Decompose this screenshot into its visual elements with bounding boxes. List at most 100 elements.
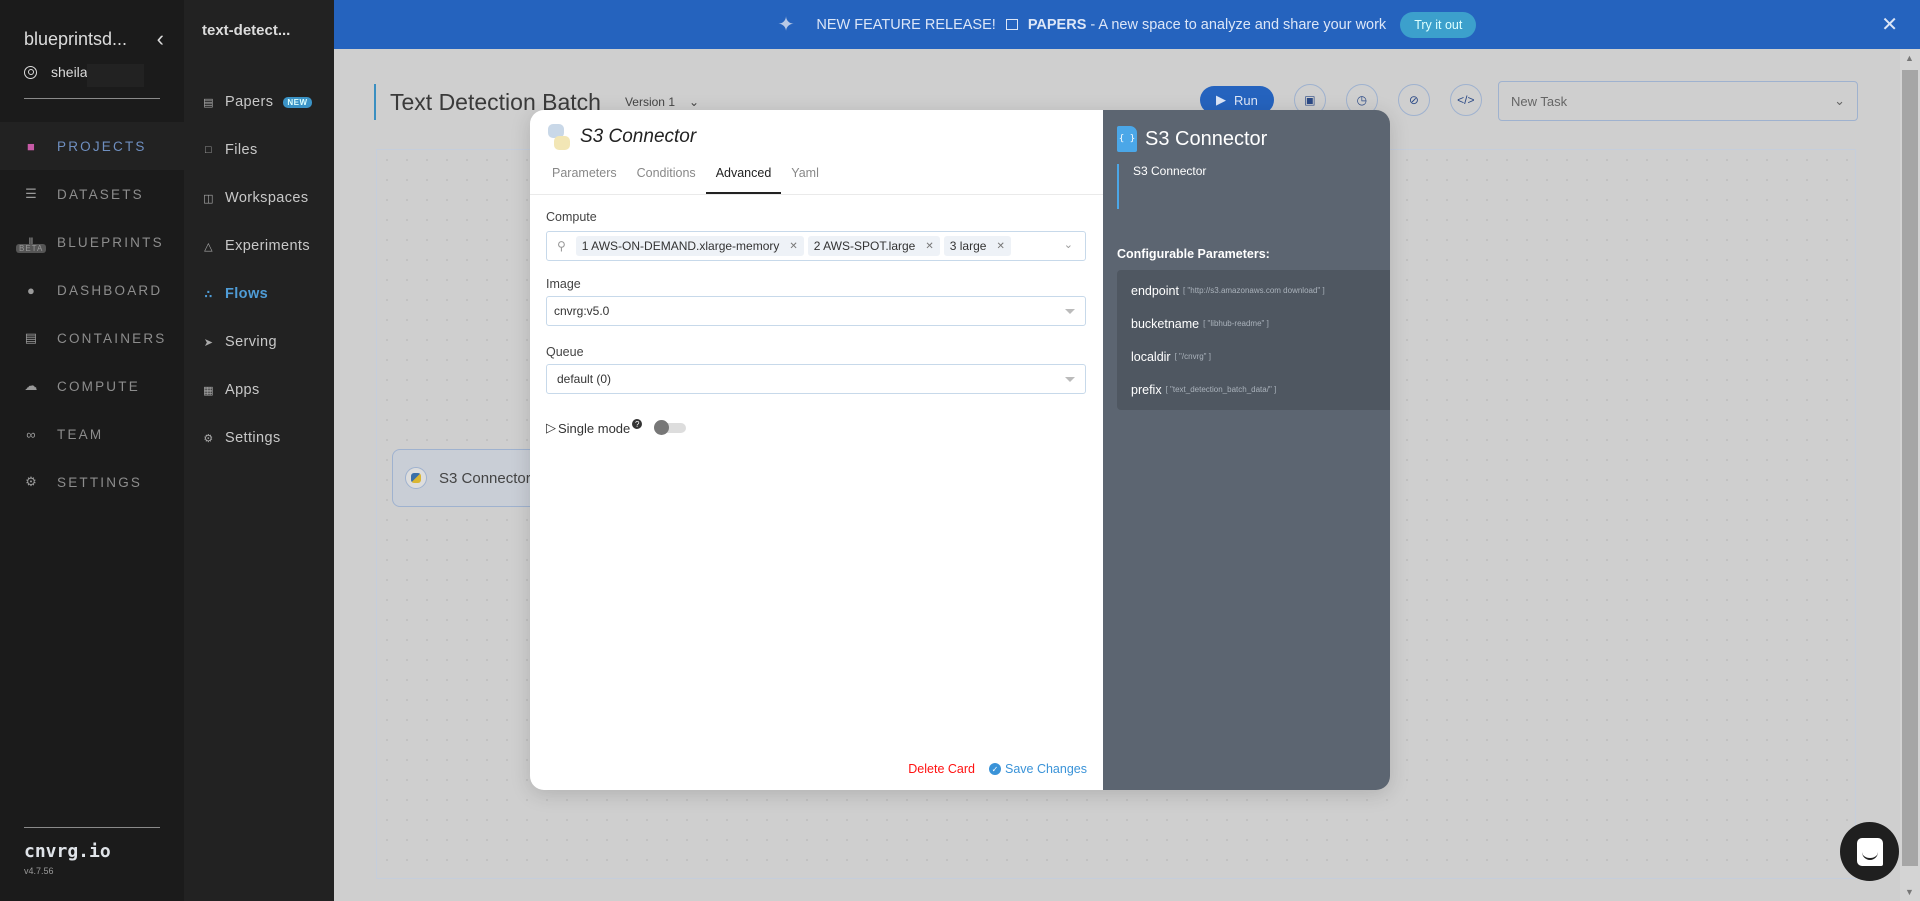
remove-chip-icon[interactable]: ✕	[996, 241, 1004, 252]
single-mode-label: Single mode	[558, 420, 631, 436]
check-circle-icon: ✓	[988, 763, 1001, 775]
nav-label: Papers	[225, 94, 274, 110]
tab-advanced[interactable]: Advanced	[705, 163, 782, 194]
single-mode-toggle[interactable]	[654, 420, 687, 435]
banner-headline: NEW FEATURE RELEASE!	[816, 16, 996, 33]
param-name: endpoint	[1131, 283, 1179, 298]
code-icon[interactable]: </>	[1449, 84, 1482, 116]
divider	[24, 827, 160, 828]
image-select[interactable]: cnvrg:v5.0	[546, 296, 1086, 326]
beta-badge: BETA	[16, 244, 47, 253]
divider	[24, 98, 160, 99]
remove-chip-icon[interactable]: ✕	[925, 241, 933, 252]
tab-conditions[interactable]: Conditions	[637, 163, 706, 194]
nav-label: Files	[225, 142, 258, 158]
flows-icon: ∴	[204, 288, 213, 301]
tab-yaml[interactable]: Yaml	[791, 163, 829, 194]
queue-label: Queue	[546, 345, 584, 359]
delete-card-button[interactable]: Delete Card	[908, 762, 975, 776]
modal-title[interactable]: S3 Connector	[580, 126, 696, 148]
compute-multiselect[interactable]: ⚲ 1 AWS-ON-DEMAND.xlarge-memory ✕ 2 AWS-…	[546, 231, 1086, 261]
file-icon: □	[204, 144, 213, 156]
project-nav-papers[interactable]: ▤ Papers NEW	[184, 78, 334, 126]
modal-header: S3 Connector	[548, 124, 696, 150]
collapse-sidebar-button[interactable]: ‹	[157, 26, 164, 52]
gear-icon: ⚙	[203, 432, 214, 445]
nav-dashboard[interactable]: ● DASHBOARD	[0, 266, 184, 314]
task-select-value: New Task	[1511, 93, 1568, 109]
modal-footer: Delete Card ✓ Save Changes	[908, 762, 1087, 776]
project-nav-experiments[interactable]: △ Experiments	[184, 222, 334, 270]
param-name: prefix	[1131, 382, 1162, 397]
user-row[interactable]: sheila	[24, 64, 88, 80]
image-value: cnvrg:v5.0	[554, 304, 610, 318]
nav-compute[interactable]: ☁ COMPUTE	[0, 362, 184, 410]
project-nav-settings[interactable]: ⚙ Settings	[184, 414, 334, 462]
queue-select[interactable]: default (0)	[546, 364, 1086, 394]
papers-icon	[1005, 19, 1018, 30]
nav-projects[interactable]: ■ PROJECTS	[0, 122, 184, 170]
save-changes-button[interactable]: ✓ Save Changes	[988, 762, 1087, 776]
gears-icon: ⚙	[25, 474, 39, 489]
chat-support-button[interactable]	[1840, 822, 1899, 881]
project-sidebar: text-detect... ▤ Papers NEW □ Files ◫ Wo…	[184, 0, 334, 901]
nav-label: Apps	[225, 382, 260, 398]
nav-blueprints[interactable]: ‖ BLUEPRINTS BETA	[0, 218, 184, 266]
projects-icon: ■	[26, 138, 38, 154]
info-header: { } S3 Connector	[1117, 126, 1267, 152]
param-list: endpoint [ "http://s3.amazonaws.com down…	[1117, 270, 1390, 410]
nav-settings[interactable]: ⚙ SETTINGS	[0, 458, 184, 506]
nav-label: Experiments	[225, 238, 310, 254]
modal-tabs: Parameters Conditions Advanced Yaml	[530, 163, 1103, 195]
chevron-down-icon[interactable]: ⌄	[1064, 238, 1073, 251]
tab-parameters[interactable]: Parameters	[552, 163, 627, 194]
project-nav-flows[interactable]: ∴ Flows	[184, 270, 334, 318]
play-icon: ▶	[1216, 92, 1226, 107]
param-name: bucketname	[1131, 316, 1200, 331]
param-value: [ "text_detection_batch_data/" ]	[1165, 385, 1277, 394]
flow-node-s3-connector[interactable]: S3 Connector	[392, 449, 542, 507]
version-label: Version 1	[624, 95, 675, 109]
banner-feature: PAPERS	[1027, 16, 1087, 33]
chevron-down-icon: ⌄	[689, 95, 700, 109]
nav-team[interactable]: ∞ TEAM	[0, 410, 184, 458]
user-redaction	[87, 64, 144, 87]
new-task-select[interactable]: New Task ⌄	[1498, 81, 1858, 121]
toggle-knob	[654, 420, 670, 435]
scroll-down-arrow[interactable]: ▼	[1905, 887, 1914, 897]
nav-label: Flows	[225, 286, 269, 302]
version-select[interactable]: Version 1 ⌄	[625, 95, 699, 109]
param-item: prefix [ "text_detection_batch_data/" ]	[1117, 373, 1390, 406]
project-nav-files[interactable]: □ Files	[184, 126, 334, 174]
project-nav-apps[interactable]: ▦ Apps	[184, 366, 334, 414]
primary-sidebar: blueprintsd... ‹ sheila ■ PROJECTS ☰ DAT…	[0, 0, 184, 901]
help-icon[interactable]: ?	[632, 419, 643, 429]
flask-icon: △	[204, 240, 213, 253]
org-name[interactable]: blueprintsd...	[24, 29, 127, 50]
nav-datasets[interactable]: ☰ DATASETS	[0, 170, 184, 218]
try-it-out-button[interactable]: Try it out	[1400, 11, 1477, 38]
org-row: blueprintsd... ‹	[24, 26, 164, 52]
project-nav-workspaces[interactable]: ◫ Workspaces	[184, 174, 334, 222]
remove-chip-icon[interactable]: ✕	[789, 241, 797, 252]
param-item: endpoint [ "http://s3.amazonaws.com down…	[1117, 274, 1390, 307]
nav-label: SETTINGS	[57, 474, 143, 490]
param-item: bucketname [ "libhub-readme" ]	[1117, 307, 1390, 340]
brand-logo: cnvrg.io	[24, 841, 111, 862]
scroll-up-arrow[interactable]: ▲	[1905, 53, 1914, 63]
nav-containers[interactable]: ▤ CONTAINERS	[0, 314, 184, 362]
magic-wand-icon[interactable]: ⊘	[1397, 84, 1430, 116]
vertical-scrollbar[interactable]: ▲ ▼	[1900, 49, 1920, 901]
database-icon: ☰	[25, 186, 39, 201]
close-banner-icon[interactable]: ✕	[1881, 12, 1898, 37]
primary-nav: ■ PROJECTS ☰ DATASETS ‖ BLUEPRINTS BETA …	[0, 122, 184, 506]
json-file-icon: { }	[1117, 126, 1137, 152]
scrollbar-thumb[interactable]	[1902, 70, 1918, 866]
info-panel: { } S3 Connector S3 Connector Configurab…	[1103, 110, 1390, 790]
project-name[interactable]: text-detect...	[202, 22, 290, 39]
project-nav-serving[interactable]: ➤ Serving	[184, 318, 334, 366]
node-label: S3 Connector	[439, 469, 531, 487]
user-name: sheila	[51, 64, 88, 80]
party-popper-icon: ✦	[777, 14, 795, 36]
run-label: Run	[1234, 92, 1258, 108]
